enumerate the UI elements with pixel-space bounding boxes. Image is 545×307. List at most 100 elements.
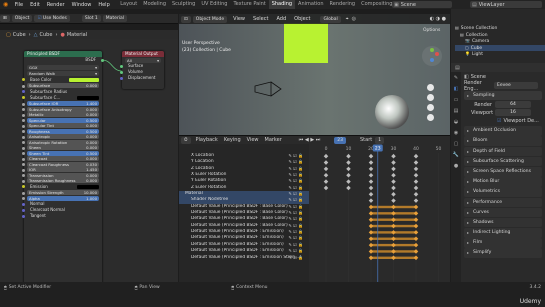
input-socket[interactable] [22,168,25,172]
tab-animation[interactable]: Animation [295,0,327,9]
keyframe[interactable] [323,160,329,165]
bsdf-input-row[interactable]: Roughness 0.500 [22,128,102,134]
bsdf-slider[interactable]: Roughness 0.500 [27,128,99,134]
keyframe[interactable] [413,255,419,261]
viewport-menu-add[interactable]: Add [276,16,286,22]
viewport-menu-select[interactable]: Select [253,16,268,22]
keyframe[interactable] [391,211,396,216]
keyframe[interactable] [346,179,351,184]
bsdf-input-row[interactable]: Transmission Roughness 0.000 [22,178,102,183]
modifier-tab-icon[interactable]: 🔧 [453,152,459,158]
vector-socket[interactable] [22,214,25,218]
keyframe[interactable] [368,153,374,159]
input-socket[interactable] [22,113,25,117]
playback-menu[interactable]: Playback [196,137,218,143]
render-tab-icon[interactable]: ◧ [454,86,459,92]
panel-film[interactable]: Film [464,238,542,248]
input-socket[interactable] [22,141,25,144]
keyframe[interactable] [368,172,374,178]
panel-performance[interactable]: Performance [464,197,542,208]
bsdf-slider[interactable]: Anisotropic 0.000 [27,134,99,139]
keying-menu[interactable]: Keying [224,137,241,143]
scene-tab-icon[interactable]: ◒ [454,119,458,125]
vector-socket[interactable] [22,208,25,212]
keyframe[interactable] [413,204,419,210]
input-socket[interactable] [22,174,25,177]
camera-view-icon[interactable] [427,104,434,111]
perspective-icon[interactable] [427,114,434,121]
keyframe[interactable] [391,172,396,178]
bsdf-input-row[interactable]: Anisotropic Rotation 0.000 [22,139,102,145]
base-color-swatch[interactable] [69,77,99,82]
bsdf-slider[interactable]: Clearcoat Roughness 0.030 [27,161,99,167]
viewport-menu-object[interactable]: Object [294,16,310,22]
outliner-row[interactable]: 💡 Light [455,51,545,58]
render-samples-field[interactable]: 64 [495,101,531,109]
keyframe[interactable] [391,223,396,229]
input-socket[interactable] [22,84,25,88]
keyframe[interactable] [413,236,419,242]
bsdf-input-row[interactable]: Clearcoat Roughness 0.030 [22,161,102,167]
keyframe[interactable] [323,166,329,172]
light-sphere[interactable] [375,95,409,129]
scene-selector[interactable]: ▣ Scene [392,1,452,8]
editor-type-button[interactable]: ⊞ [0,15,10,22]
keyframe[interactable] [368,242,374,248]
keyframe[interactable] [323,179,329,184]
bsdf-slider[interactable]: IOR 1.450 [27,167,99,172]
input-socket[interactable] [22,157,25,161]
keyframe[interactable] [368,185,374,191]
current-frame-field[interactable]: 23 [334,136,346,144]
keyframe[interactable] [391,236,396,242]
bsdf-input-row[interactable]: Alpha 1.000 [22,195,102,201]
panel-volumetrics[interactable]: Volumetrics [464,187,542,197]
channel-row[interactable]: Default Value (Principled BSDF : Emissio… [179,255,309,261]
target-dropdown[interactable]: All ▾ [125,57,161,63]
keyframe[interactable] [368,236,374,242]
output-socket[interactable] [120,76,123,80]
tab-rendering[interactable]: Rendering [327,0,359,9]
viewport-menu-view[interactable]: View [233,16,245,22]
keyframe[interactable] [391,192,396,197]
channel-list[interactable]: X Location ✎ ☑ 🔒 Y Location ✎ ☑ 🔒 Z Location… [179,144,309,282]
bsdf-input-row[interactable]: Specular Tint 0.000 [22,123,102,128]
panel-ambient-occlusion[interactable]: Ambient Occlusion [464,126,542,136]
panel-shadows[interactable]: Shadows [464,217,542,228]
keyframe[interactable] [391,198,396,203]
keyframe[interactable] [368,192,374,197]
proportional-icon[interactable]: ◎ [352,16,356,22]
keyframe[interactable] [413,179,419,184]
input-socket[interactable] [22,197,25,200]
pan-icon[interactable] [427,94,434,101]
nav-gizmo[interactable] [422,46,442,66]
tab-shading[interactable]: Shading [268,0,296,9]
keyframe[interactable] [346,160,351,165]
menu-render[interactable]: Render [47,2,65,8]
input-socket[interactable] [22,152,25,155]
bsdf-input-row[interactable]: Transmission 0.000 [22,172,102,178]
base-color-row[interactable]: Base Color [22,77,102,83]
keyframe[interactable] [368,255,374,261]
bsdf-input-row[interactable]: Subsurface C... [22,95,102,101]
bsdf-input-row[interactable]: Clearcoat 0.000 [22,156,102,161]
tab-sculpting[interactable]: Sculpting [169,0,198,9]
panel-bloom[interactable]: Bloom [464,136,542,146]
base-color-socket[interactable] [22,78,25,81]
bsdf-slider[interactable]: Metallic 0.000 [27,112,99,117]
output-tab-icon[interactable]: ▭ [454,97,459,103]
keyframe[interactable] [413,230,419,235]
menu-help[interactable]: Help [98,2,109,8]
keyframe[interactable] [391,166,396,172]
input-socket[interactable] [22,179,25,183]
keyframe[interactable] [368,166,374,172]
bsdf-input-row[interactable]: Subsurface IOR 1.400 [22,101,102,106]
input-socket[interactable] [22,102,25,106]
tab-layout[interactable]: Layout [117,0,140,9]
bsdf-slider[interactable]: Alpha 1.000 [27,195,99,201]
render-engine-dropdown[interactable]: Eevee [494,82,538,89]
material-tab-icon[interactable]: ● [454,163,458,169]
keyframe[interactable] [391,160,396,165]
keyframe[interactable] [323,185,329,191]
mode-dropdown[interactable]: Object Mode [192,15,228,23]
blender-logo-icon[interactable]: ◉ [3,1,8,8]
